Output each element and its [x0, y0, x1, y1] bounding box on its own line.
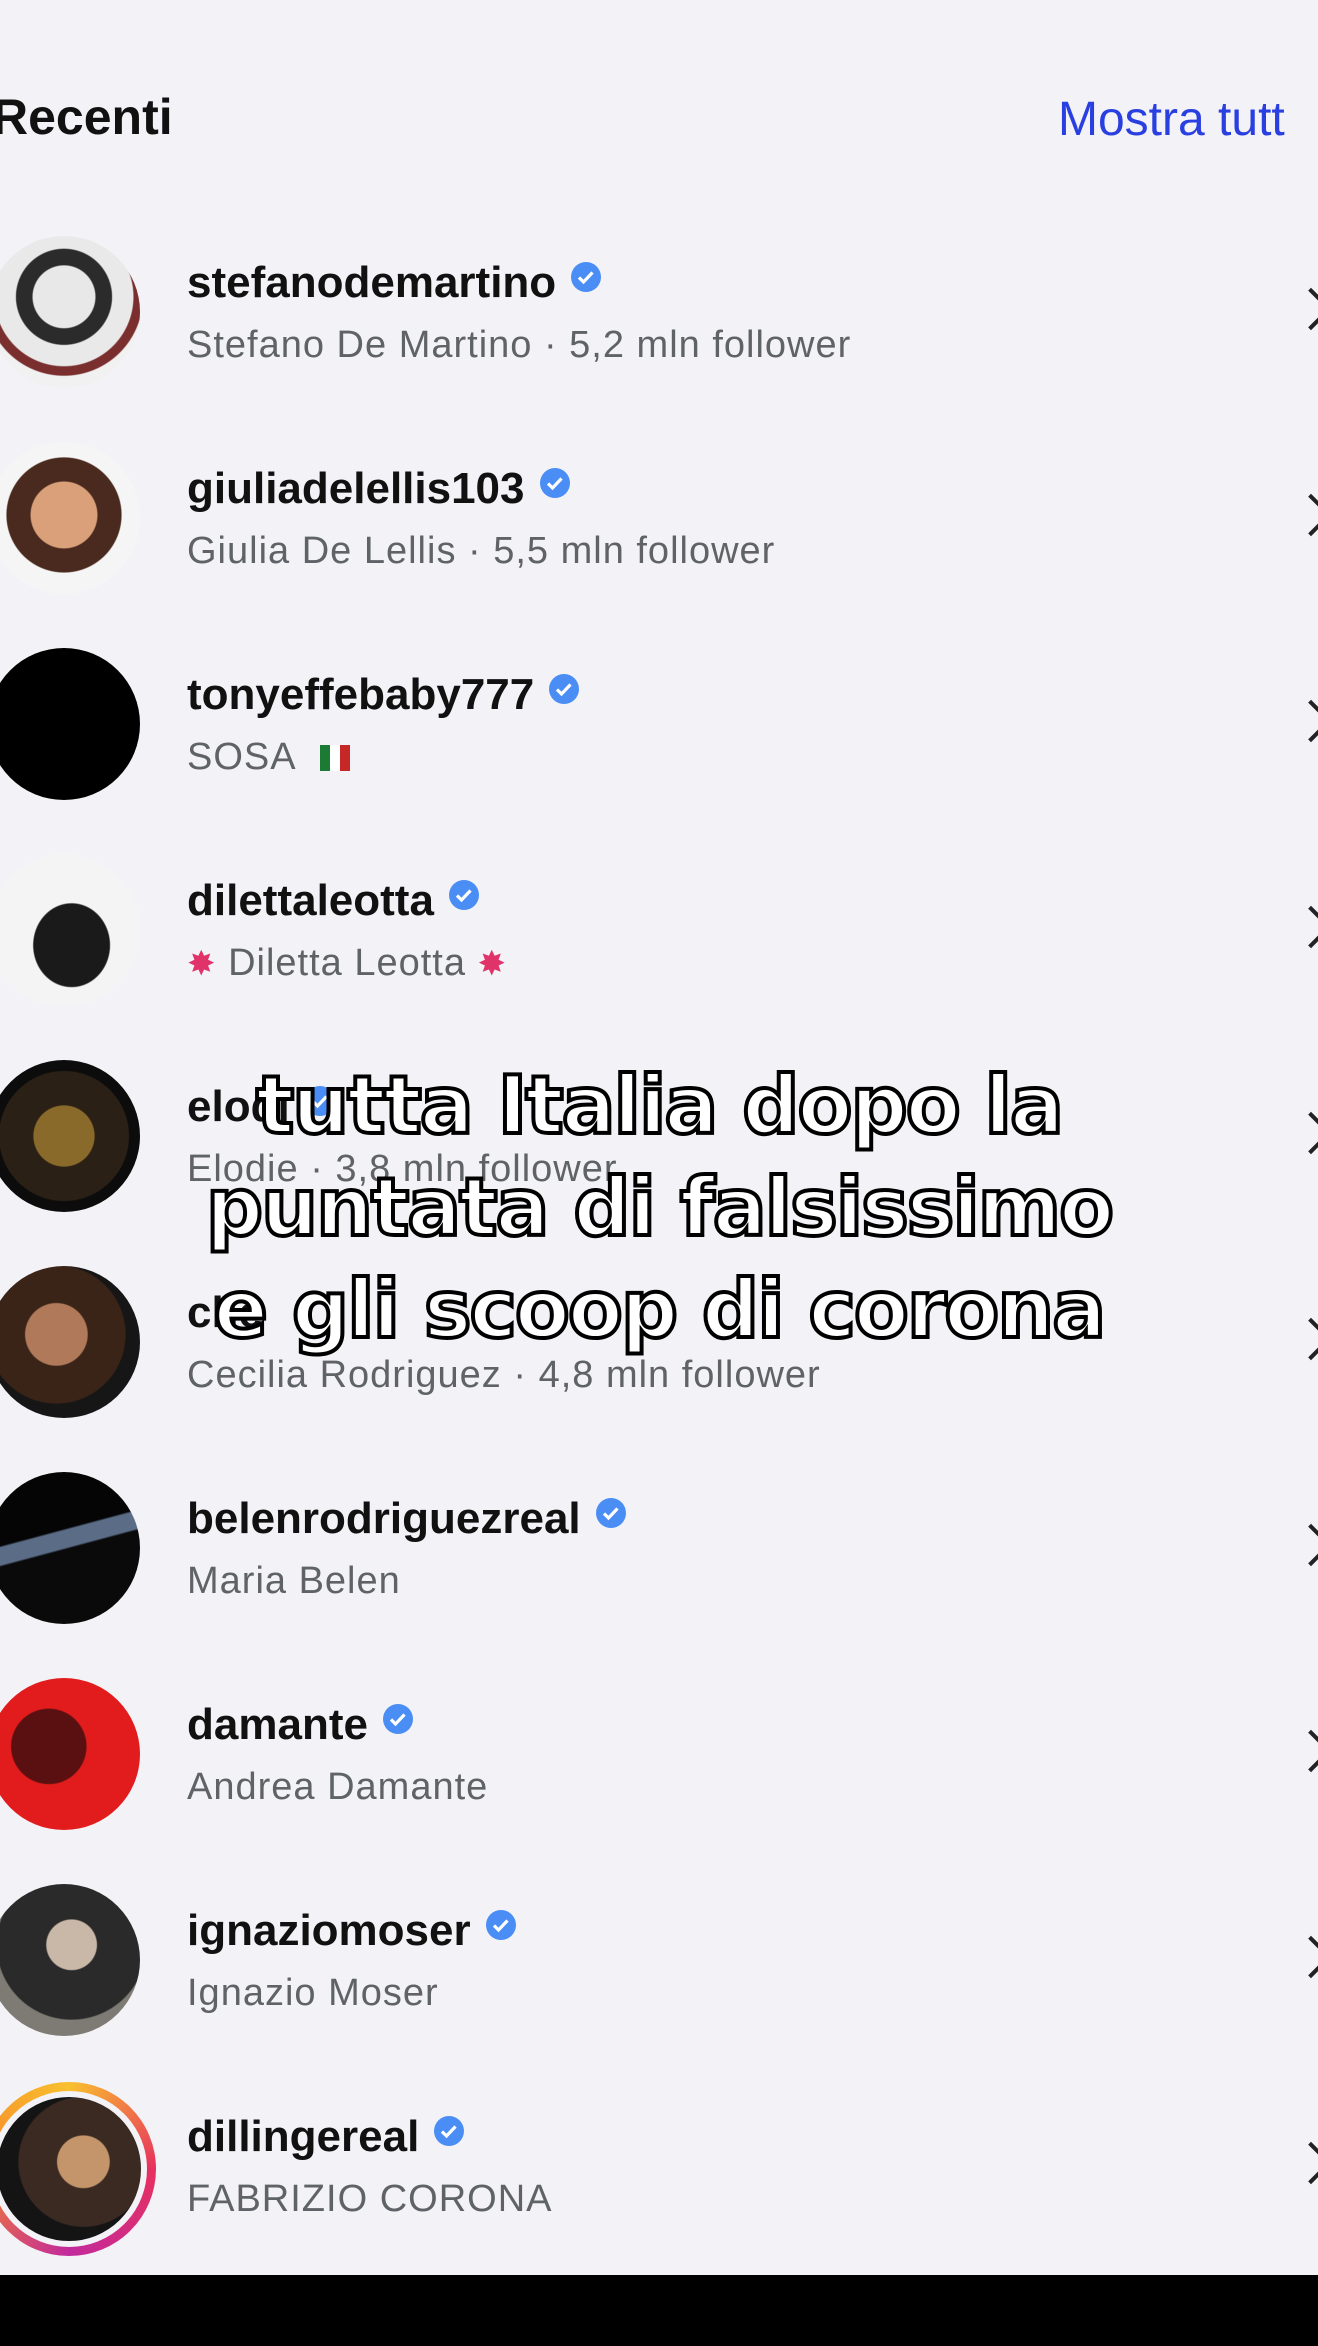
verified-badge-icon: [485, 1910, 516, 1940]
chevron-right-icon: [1296, 700, 1318, 740]
username: che: [187, 1288, 263, 1337]
verified-badge-icon: [539, 468, 570, 498]
chevron-right-icon: [1296, 1936, 1318, 1976]
account-subtitle: FABRIZIO CORONA: [187, 2178, 553, 2220]
avatar: [0, 1678, 140, 1830]
chevron-right-icon: [1296, 1730, 1318, 1770]
avatar: [0, 1472, 140, 1624]
username: damante: [187, 1700, 414, 1750]
chevron-right-icon: [1296, 906, 1318, 946]
account-subtitle: Giulia De Lellis · 5,5 mln follower: [187, 530, 776, 572]
account-row-dilettaleotta[interactable]: dilettaleotta ✸ Diletta Leotta ✸: [0, 830, 1318, 1036]
account-subtitle: Stefano De Martino · 5,2 mln follower: [187, 324, 852, 366]
username: dillingereal: [187, 2112, 465, 2162]
avatar: [0, 854, 140, 1006]
sparkle-icon: ✸: [477, 945, 508, 983]
chevron-right-icon: [1296, 288, 1318, 328]
avatar: [0, 1060, 140, 1212]
username: ignaziomoser: [187, 1906, 517, 1956]
account-subtitle: Ignazio Moser: [187, 1972, 439, 2014]
account-row-dillingereal[interactable]: dillingereal FABRIZIO CORONA: [0, 2066, 1318, 2272]
username: belenrodriguezreal: [187, 1494, 627, 1544]
account-subtitle: Elodie · 3,8 mln follower: [187, 1148, 618, 1190]
chevron-right-icon: [1296, 494, 1318, 534]
verified-badge-icon: [595, 1498, 626, 1528]
avatar: [0, 236, 140, 388]
account-row-ignaziomoser[interactable]: ignaziomoser Ignazio Moser: [0, 1860, 1318, 2066]
username: dilettaleotta: [187, 876, 480, 926]
verified-badge-icon: [549, 674, 580, 704]
italy-flag-icon: [319, 738, 350, 771]
username: tonyeffebaby777: [187, 670, 580, 720]
avatar: [0, 442, 140, 594]
account-row-cecilia[interactable]: che Cecilia Rodriguez · 4,8 mln follower: [0, 1242, 1318, 1448]
account-subtitle: ✸ Diletta Leotta ✸: [187, 942, 508, 984]
account-row-elodie[interactable]: elodi Elodie · 3,8 mln follower: [0, 1036, 1318, 1242]
username: elodi: [187, 1082, 336, 1132]
username: giuliadelellis103: [187, 464, 571, 514]
story-ring-avatar[interactable]: [0, 2082, 156, 2256]
username: stefanodemartino: [187, 258, 602, 308]
account-row-tonyeffebaby777[interactable]: tonyeffebaby777 SOSA: [0, 624, 1318, 830]
account-subtitle: Cecilia Rodriguez · 4,8 mln follower: [187, 1354, 821, 1396]
bottom-black-bar: [0, 2275, 1318, 2346]
avatar: [0, 648, 140, 800]
recent-header: Recenti Mostra tutt: [0, 0, 1318, 200]
account-subtitle: Maria Belen: [187, 1560, 401, 1602]
account-row-belenrodriguezreal[interactable]: belenrodriguezreal Maria Belen: [0, 1448, 1318, 1654]
verified-badge-icon: [571, 262, 602, 292]
avatar: [0, 1266, 140, 1418]
verified-badge-icon: [382, 1704, 413, 1734]
verified-badge-icon: [304, 1086, 335, 1116]
account-row-giuliadelellis103[interactable]: giuliadelellis103 Giulia De Lellis · 5,5…: [0, 418, 1318, 624]
show-all-link[interactable]: Mostra tutt: [1058, 92, 1285, 147]
chevron-right-icon: [1296, 1112, 1318, 1152]
account-subtitle: Andrea Damante: [187, 1766, 489, 1808]
avatar: [0, 1884, 140, 2036]
account-row-damante[interactable]: damante Andrea Damante: [0, 1654, 1318, 1860]
verified-badge-icon: [434, 2116, 465, 2146]
chevron-right-icon: [1296, 1318, 1318, 1358]
avatar: [0, 2091, 147, 2247]
recent-title: Recenti: [0, 89, 173, 145]
chevron-right-icon: [1296, 1524, 1318, 1564]
verified-badge-icon: [448, 880, 479, 910]
account-subtitle: SOSA: [187, 736, 350, 779]
account-row-stefanodemartino[interactable]: stefanodemartino Stefano De Martino · 5,…: [0, 212, 1318, 418]
sparkle-icon: ✸: [187, 945, 217, 983]
chevron-right-icon: [1296, 2142, 1318, 2182]
